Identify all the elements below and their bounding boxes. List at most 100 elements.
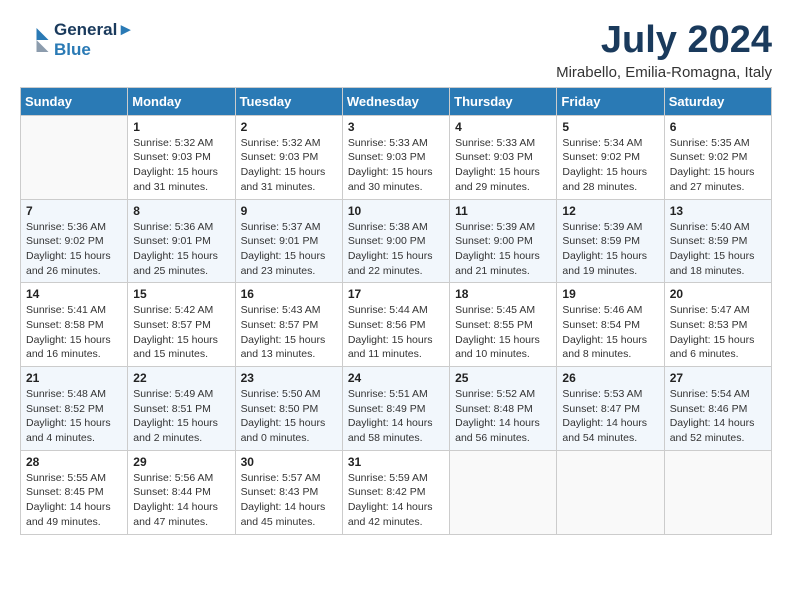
calendar-cell: 24 Sunrise: 5:51 AMSunset: 8:49 PMDayligh…	[342, 367, 449, 451]
day-number: 20	[670, 287, 766, 301]
calendar-cell: 29 Sunrise: 5:56 AMSunset: 8:44 PMDayligh…	[128, 450, 235, 534]
day-info: Sunrise: 5:45 AMSunset: 8:55 PMDaylight:…	[455, 303, 551, 362]
day-number: 31	[348, 455, 444, 469]
calendar-cell: 4 Sunrise: 5:33 AMSunset: 9:03 PMDaylight…	[450, 115, 557, 199]
day-info: Sunrise: 5:32 AMSunset: 9:03 PMDaylight:…	[241, 136, 337, 195]
calendar-cell: 16 Sunrise: 5:43 AMSunset: 8:57 PMDayligh…	[235, 283, 342, 367]
calendar-cell	[450, 450, 557, 534]
day-number: 13	[670, 204, 766, 218]
day-info: Sunrise: 5:41 AMSunset: 8:58 PMDaylight:…	[26, 303, 122, 362]
day-number: 26	[562, 371, 658, 385]
calendar-cell: 15Sunrise: 5:42 AMSunset: 8:57 PMDayligh…	[128, 283, 235, 367]
calendar-table: SundayMondayTuesdayWednesdayThursdayFrid…	[20, 87, 772, 535]
day-number: 14	[26, 287, 122, 301]
day-info: Sunrise: 5:59 AMSunset: 8:42 PMDaylight:…	[348, 471, 444, 530]
day-number: 1	[133, 120, 229, 134]
day-info: Sunrise: 5:48 AMSunset: 8:52 PMDaylight:…	[26, 387, 122, 446]
calendar-cell: 11 Sunrise: 5:39 AMSunset: 9:00 PMDayligh…	[450, 199, 557, 283]
day-info: Sunrise: 5:36 AMSunset: 9:01 PMDaylight:…	[133, 220, 229, 279]
weekday-header-monday: Monday	[128, 87, 235, 115]
logo-icon	[20, 25, 50, 55]
logo-text: General► Blue	[54, 20, 134, 60]
calendar-cell: 7 Sunrise: 5:36 AMSunset: 9:02 PMDaylight…	[21, 199, 128, 283]
day-number: 9	[241, 204, 337, 218]
day-info: Sunrise: 5:37 AMSunset: 9:01 PMDaylight:…	[241, 220, 337, 279]
day-info: Sunrise: 5:49 AMSunset: 8:51 PMDaylight:…	[133, 387, 229, 446]
day-info: Sunrise: 5:50 AMSunset: 8:50 PMDaylight:…	[241, 387, 337, 446]
day-info: Sunrise: 5:42 AMSunset: 8:57 PMDaylight:…	[133, 303, 229, 362]
day-info: Sunrise: 5:47 AMSunset: 8:53 PMDaylight:…	[670, 303, 766, 362]
day-number: 28	[26, 455, 122, 469]
calendar-cell: 10Sunrise: 5:38 AMSunset: 9:00 PMDayligh…	[342, 199, 449, 283]
calendar-cell: 14 Sunrise: 5:41 AMSunset: 8:58 PMDayligh…	[21, 283, 128, 367]
day-info: Sunrise: 5:57 AMSunset: 8:43 PMDaylight:…	[241, 471, 337, 530]
day-number: 5	[562, 120, 658, 134]
day-number: 17	[348, 287, 444, 301]
day-info: Sunrise: 5:46 AMSunset: 8:54 PMDaylight:…	[562, 303, 658, 362]
calendar-cell: 2 Sunrise: 5:32 AMSunset: 9:03 PMDaylight…	[235, 115, 342, 199]
title-block: July 2024 Mirabello, Emilia-Romagna, Ita…	[556, 20, 772, 81]
day-info: Sunrise: 5:55 AMSunset: 8:45 PMDaylight:…	[26, 471, 122, 530]
day-info: Sunrise: 5:34 AMSunset: 9:02 PMDaylight:…	[562, 136, 658, 195]
weekday-header-thursday: Thursday	[450, 87, 557, 115]
day-info: Sunrise: 5:35 AMSunset: 9:02 PMDaylight:…	[670, 136, 766, 195]
day-info: Sunrise: 5:36 AMSunset: 9:02 PMDaylight:…	[26, 220, 122, 279]
day-number: 21	[26, 371, 122, 385]
page-header: General► Blue July 2024 Mirabello, Emili…	[20, 20, 772, 81]
day-info: Sunrise: 5:56 AMSunset: 8:44 PMDaylight:…	[133, 471, 229, 530]
calendar-cell: 12Sunrise: 5:39 AMSunset: 8:59 PMDayligh…	[557, 199, 664, 283]
calendar-cell: 26 Sunrise: 5:53 AMSunset: 8:47 PMDayligh…	[557, 367, 664, 451]
calendar-cell: 18 Sunrise: 5:45 AMSunset: 8:55 PMDayligh…	[450, 283, 557, 367]
calendar-cell: 6 Sunrise: 5:35 AMSunset: 9:02 PMDaylight…	[664, 115, 771, 199]
calendar-cell: 5 Sunrise: 5:34 AMSunset: 9:02 PMDaylight…	[557, 115, 664, 199]
day-info: Sunrise: 5:44 AMSunset: 8:56 PMDaylight:…	[348, 303, 444, 362]
day-info: Sunrise: 5:51 AMSunset: 8:49 PMDaylight:…	[348, 387, 444, 446]
calendar-cell: 25 Sunrise: 5:52 AMSunset: 8:48 PMDayligh…	[450, 367, 557, 451]
calendar-cell: 30 Sunrise: 5:57 AMSunset: 8:43 PMDayligh…	[235, 450, 342, 534]
calendar-cell: 19 Sunrise: 5:46 AMSunset: 8:54 PMDayligh…	[557, 283, 664, 367]
logo: General► Blue	[20, 20, 134, 60]
location: Mirabello, Emilia-Romagna, Italy	[556, 64, 772, 81]
day-info: Sunrise: 5:33 AMSunset: 9:03 PMDaylight:…	[455, 136, 551, 195]
weekday-header-friday: Friday	[557, 87, 664, 115]
day-number: 27	[670, 371, 766, 385]
day-info: Sunrise: 5:43 AMSunset: 8:57 PMDaylight:…	[241, 303, 337, 362]
day-number: 10	[348, 204, 444, 218]
calendar-cell	[557, 450, 664, 534]
weekday-header-sunday: Sunday	[21, 87, 128, 115]
day-number: 19	[562, 287, 658, 301]
calendar-cell: 27 Sunrise: 5:54 AMSunset: 8:46 PMDayligh…	[664, 367, 771, 451]
day-number: 4	[455, 120, 551, 134]
day-number: 8	[133, 204, 229, 218]
weekday-header-tuesday: Tuesday	[235, 87, 342, 115]
calendar-cell: 3 Sunrise: 5:33 AMSunset: 9:03 PMDaylight…	[342, 115, 449, 199]
day-number: 3	[348, 120, 444, 134]
day-number: 16	[241, 287, 337, 301]
day-number: 23	[241, 371, 337, 385]
calendar-cell	[664, 450, 771, 534]
day-info: Sunrise: 5:54 AMSunset: 8:46 PMDaylight:…	[670, 387, 766, 446]
day-number: 24	[348, 371, 444, 385]
day-info: Sunrise: 5:32 AMSunset: 9:03 PMDaylight:…	[133, 136, 229, 195]
calendar-cell: 28 Sunrise: 5:55 AMSunset: 8:45 PMDayligh…	[21, 450, 128, 534]
calendar-cell: 31 Sunrise: 5:59 AMSunset: 8:42 PMDayligh…	[342, 450, 449, 534]
weekday-header-wednesday: Wednesday	[342, 87, 449, 115]
day-number: 29	[133, 455, 229, 469]
day-number: 11	[455, 204, 551, 218]
day-info: Sunrise: 5:52 AMSunset: 8:48 PMDaylight:…	[455, 387, 551, 446]
day-number: 7	[26, 204, 122, 218]
day-info: Sunrise: 5:40 AMSunset: 8:59 PMDaylight:…	[670, 220, 766, 279]
calendar-cell: 9 Sunrise: 5:37 AMSunset: 9:01 PMDaylight…	[235, 199, 342, 283]
day-number: 30	[241, 455, 337, 469]
day-info: Sunrise: 5:39 AMSunset: 9:00 PMDaylight:…	[455, 220, 551, 279]
day-number: 18	[455, 287, 551, 301]
calendar-cell: 17 Sunrise: 5:44 AMSunset: 8:56 PMDayligh…	[342, 283, 449, 367]
day-info: Sunrise: 5:53 AMSunset: 8:47 PMDaylight:…	[562, 387, 658, 446]
day-number: 6	[670, 120, 766, 134]
day-info: Sunrise: 5:33 AMSunset: 9:03 PMDaylight:…	[348, 136, 444, 195]
day-number: 2	[241, 120, 337, 134]
calendar-cell: 22Sunrise: 5:49 AMSunset: 8:51 PMDayligh…	[128, 367, 235, 451]
day-info: Sunrise: 5:39 AMSunset: 8:59 PMDaylight:…	[562, 220, 658, 279]
day-number: 25	[455, 371, 551, 385]
calendar-cell: 20 Sunrise: 5:47 AMSunset: 8:53 PMDayligh…	[664, 283, 771, 367]
